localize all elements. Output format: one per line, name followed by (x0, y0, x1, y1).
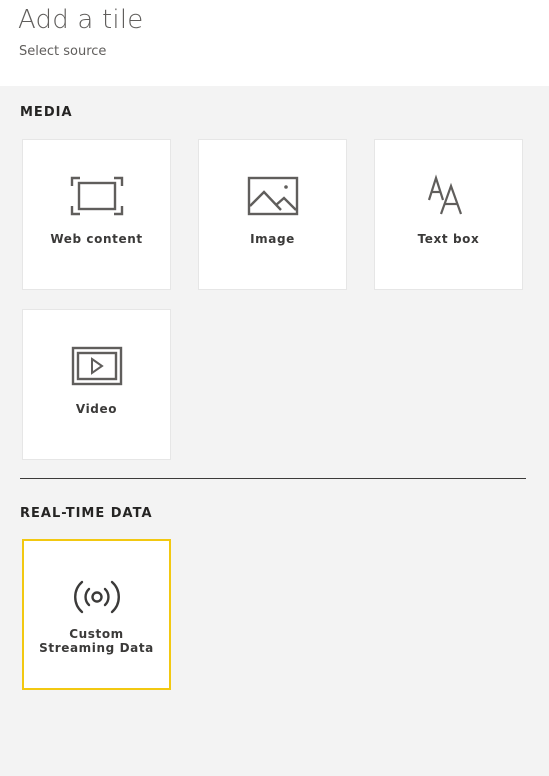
section-label-media: MEDIA (20, 105, 73, 120)
tile-label: Video (75, 402, 118, 416)
section-divider (20, 478, 526, 479)
tile-video[interactable]: Video (22, 309, 171, 460)
section-label-realtime: REAL-TIME DATA (20, 506, 153, 521)
image-icon (245, 174, 301, 218)
tile-text-box[interactable]: Text box (374, 139, 523, 290)
tile-label-line2: Streaming Data (39, 641, 154, 655)
tile-label: Web content (50, 232, 143, 246)
text-box-icon (421, 174, 477, 218)
tile-label: Text box (417, 232, 480, 246)
panel-title: Add a tile (18, 5, 144, 35)
tile-label-line1: Custom (69, 627, 124, 641)
web-content-icon (69, 174, 125, 218)
tile-custom-streaming-data[interactable]: Custom Streaming Data (22, 539, 171, 690)
panel-header: Add a tile Select source (0, 0, 549, 86)
tile-label: Custom Streaming Data (28, 627, 165, 655)
panel-subtitle: Select source (19, 44, 107, 59)
tile-label: Image (250, 232, 295, 246)
tile-image[interactable]: Image (198, 139, 347, 290)
tile-web-content[interactable]: Web content (22, 139, 171, 290)
streaming-icon (69, 575, 125, 619)
video-icon (69, 344, 125, 388)
